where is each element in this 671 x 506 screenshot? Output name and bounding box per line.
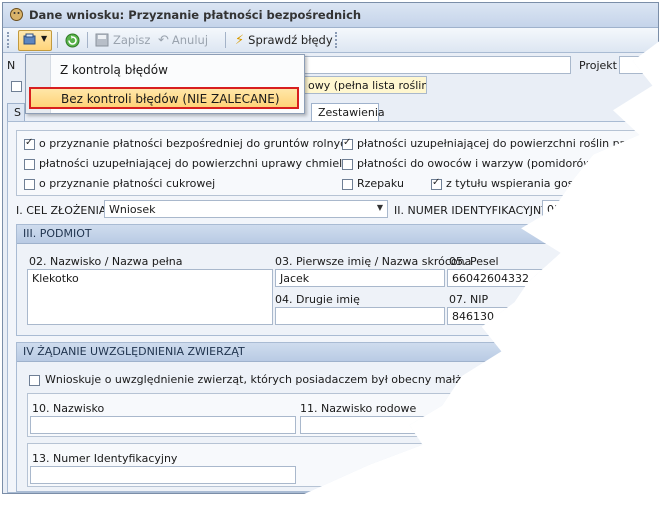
- toolbar: ▼ Zapisz ↶ Anuluj ⚡ Sprawdź błędy: [3, 28, 658, 53]
- second-name-input[interactable]: [275, 307, 445, 325]
- name-input[interactable]: [303, 56, 571, 74]
- checkbox-cukrowa[interactable]: [24, 179, 35, 190]
- spouse-animals-checkbox[interactable]: [29, 375, 40, 386]
- chevron-down-icon: ▼: [376, 203, 383, 212]
- cel-select[interactable]: Wniosek ▼: [104, 200, 388, 218]
- title-bar: Dane wniosku: Przyznanie płatności bezpo…: [3, 3, 658, 28]
- plant-list-field[interactable]: owy (pełna lista roślin): [303, 76, 427, 94]
- tab-main-label: S: [14, 106, 21, 119]
- spouse-maiden-input[interactable]: [300, 416, 500, 434]
- checkbox-cukrowa-label: o przyznanie płatności cukrowej: [39, 177, 216, 190]
- tab-zestawienia[interactable]: Zestawienia: [311, 103, 385, 121]
- checkbox-gospodarowanie-label: z tytułu wspierania gospodarowania: [446, 177, 645, 190]
- zwierzeta-title: IV ŻĄDANIE UWZGLĘDNIENIA ZWIERZĄT: [23, 345, 245, 358]
- surname-input[interactable]: Klekotko: [27, 269, 273, 325]
- zwierzeta-section: IV ŻĄDANIE UWZGLĘDNIENIA ZWIERZĄT Wniosk…: [16, 342, 656, 492]
- chevron-down-icon: ▼: [41, 34, 48, 43]
- checkbox-rzepak[interactable]: [342, 179, 353, 190]
- pesel-input[interactable]: 66042604332: [447, 269, 557, 287]
- nip-label: 07. NIP: [449, 293, 489, 306]
- podmiot-section: III. PODMIOT 02. Nazwisko / Nazwa pełna …: [16, 224, 656, 336]
- toolbar-separator: [57, 32, 58, 48]
- save-mode-dropdown-button[interactable]: ▼: [18, 30, 52, 51]
- checkbox-rosliny-label: płatności uzupełniającej do powierzchni …: [357, 137, 659, 150]
- checkbox-chmiel[interactable]: [24, 159, 35, 170]
- toolbar-grip: [335, 32, 339, 48]
- cancel-button-label: Anuluj: [171, 33, 209, 47]
- top-checkbox[interactable]: [11, 81, 22, 92]
- lightning-icon: ⚡: [235, 32, 245, 48]
- name-label: N: [7, 59, 16, 72]
- spouse-surname-input[interactable]: [30, 416, 296, 434]
- toolbar-grip[interactable]: [7, 32, 11, 48]
- plant-list-text: owy (pełna lista roślin): [308, 79, 427, 92]
- surname-label: 02. Nazwisko / Nazwa pełna: [29, 255, 183, 268]
- cel-label: I. CEL ZŁOŻENIA: [16, 204, 107, 217]
- application-window: Dane wniosku: Przyznanie płatności bezpo…: [2, 2, 659, 494]
- menu-item-label: Bez kontroli błędów (NIE ZALECANE): [61, 92, 280, 106]
- checkbox-chmiel-label: płatności uzupełniającej do powierzchni …: [39, 157, 350, 170]
- checkbox-grunty[interactable]: [24, 137, 35, 150]
- tab-main[interactable]: S: [7, 103, 25, 121]
- app-icon: [10, 8, 23, 21]
- checkbox-owoce-label: płatności do owoców i warzyw (pomidorów): [357, 157, 597, 170]
- second-name-label: 04. Drugie imię: [275, 293, 360, 306]
- pesel-label: 05. Pesel: [449, 255, 499, 268]
- payment-types-box: o przyznanie płatności bezpośredniej do …: [16, 130, 659, 196]
- first-name-value: Jacek: [280, 272, 310, 285]
- first-name-input[interactable]: Jacek: [275, 269, 445, 287]
- project-input[interactable]: [619, 56, 658, 74]
- podmiot-header: III. PODMIOT: [17, 225, 655, 244]
- menu-item-without-validation[interactable]: Bez kontroli błędów (NIE ZALECANE): [29, 87, 299, 109]
- main-panel: o przyznanie płatności bezpośredniej do …: [7, 121, 659, 493]
- zwierzeta-header: IV ŻĄDANIE UWZGLĘDNIENIA ZWIERZĄT: [17, 343, 655, 362]
- save-button[interactable]: Zapisz: [95, 30, 150, 50]
- check-errors-label: Sprawdź błędy: [248, 33, 333, 47]
- cancel-button[interactable]: ↶ Anuluj: [158, 30, 208, 50]
- id-input[interactable]: 03736: [542, 200, 652, 218]
- undo-icon: ↶: [158, 32, 169, 48]
- id-value: 03736: [547, 203, 582, 216]
- tab-zestawienia-label: Zestawienia: [318, 106, 385, 119]
- spouse-maiden-label: 11. Nazwisko rodowe: [300, 402, 417, 415]
- save-icon: [95, 33, 109, 47]
- check-errors-button[interactable]: ⚡ Sprawdź błędy: [235, 30, 333, 50]
- pesel-value: 66042604332: [452, 272, 529, 285]
- toolbar-separator: [87, 32, 88, 48]
- podmiot-title: III. PODMIOT: [23, 227, 92, 240]
- cel-select-value: Wniosek: [109, 203, 156, 216]
- checkbox-rzepak-label: Rzepaku: [357, 177, 404, 190]
- checkbox-rosliny[interactable]: [342, 137, 353, 150]
- window-title: Dane wniosku: Przyznanie płatności bezpo…: [29, 8, 362, 22]
- checkbox-grunty-label: o przyznanie płatności bezpośredniej do …: [39, 137, 354, 150]
- save-button-label: Zapisz: [113, 33, 151, 47]
- checkbox-owoce[interactable]: [342, 159, 353, 170]
- menu-item-with-validation[interactable]: Z kontrolą błędów: [60, 63, 168, 77]
- validate-icon: [23, 33, 36, 45]
- checkbox-gospodarowanie[interactable]: [431, 177, 442, 190]
- save-mode-menu: Z kontrolą błędów Bez kontroli błędów (N…: [25, 54, 305, 114]
- spouse-animals-label: Wnioskuje o uwzględnienie zwierząt, któr…: [45, 373, 489, 386]
- id-label: II. NUMER IDENTYFIKACYJNY: [394, 204, 548, 217]
- first-name-label: 03. Pierwsze imię / Nazwa skrócona: [275, 255, 472, 268]
- refresh-icon[interactable]: [65, 33, 80, 48]
- spouse-id-box: 13. Numer Identyfikacyjny: [27, 443, 647, 487]
- toolbar-separator: [225, 32, 226, 48]
- spouse-data-box: 10. Nazwisko 11. Nazwisko rodowe: [27, 393, 647, 437]
- nip-input[interactable]: 846130: [447, 307, 557, 325]
- surname-value: Klekotko: [32, 272, 79, 285]
- spouse-id-input[interactable]: [30, 466, 296, 484]
- spouse-id-label: 13. Numer Identyfikacyjny: [32, 452, 178, 465]
- spouse-surname-label: 10. Nazwisko: [32, 402, 105, 415]
- nip-value: 846130: [452, 310, 494, 323]
- project-label: Projekt: [579, 59, 617, 72]
